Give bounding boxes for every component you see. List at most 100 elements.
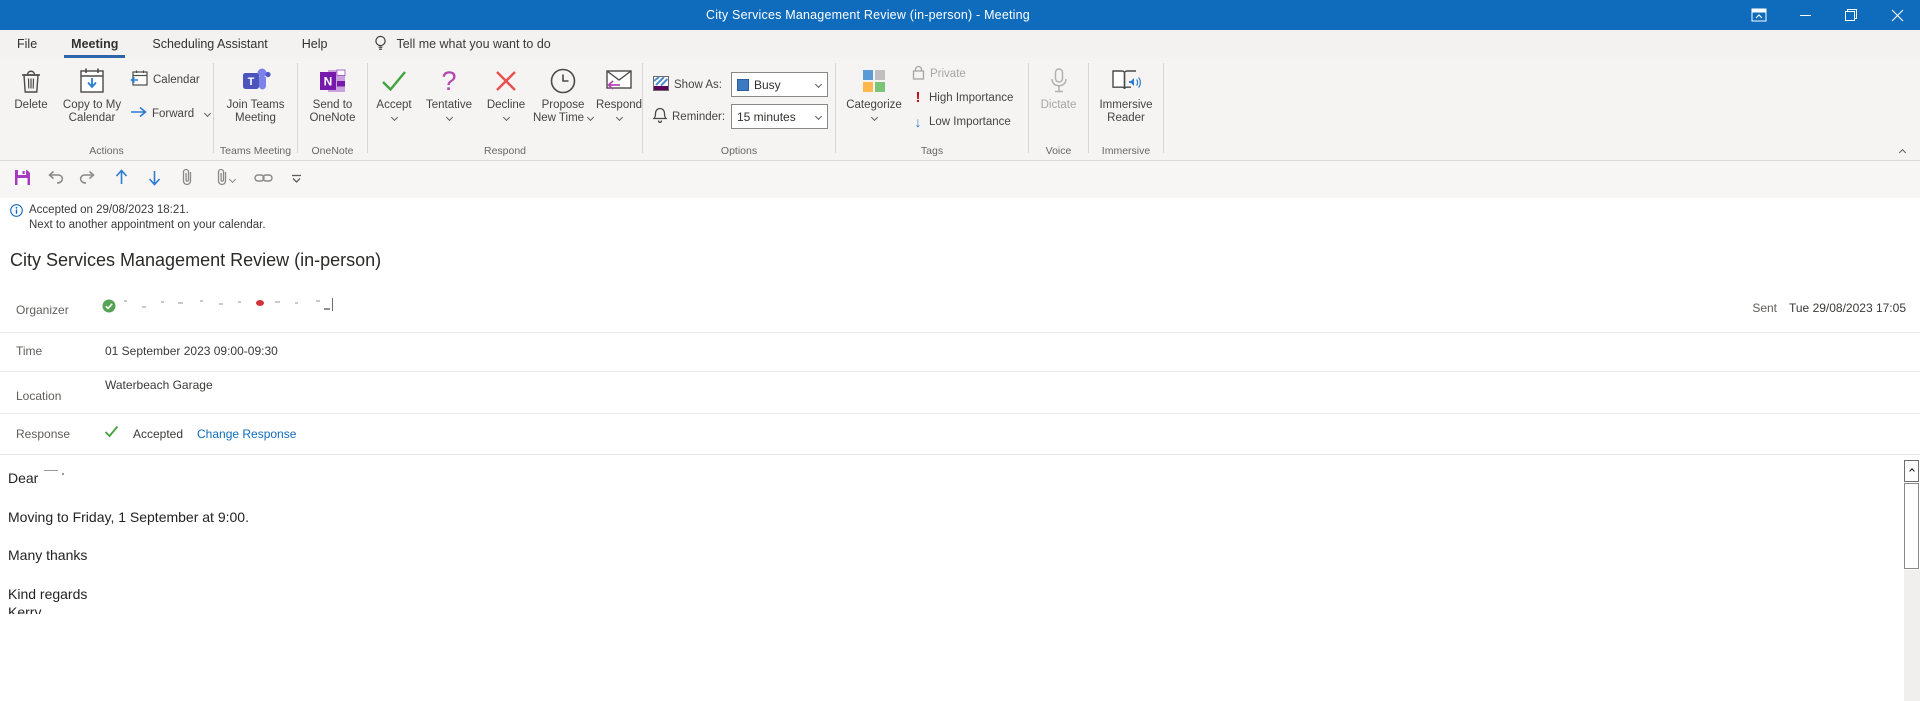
collapse-ribbon-button[interactable] — [1892, 144, 1912, 160]
decline-label: Decline — [486, 99, 526, 111]
tell-me-box[interactable]: Tell me what you want to do — [374, 30, 551, 58]
accept-button[interactable]: Accept — [370, 58, 418, 142]
time-label: Time — [16, 344, 43, 358]
scrollbar-track[interactable] — [1904, 570, 1920, 701]
restore-button[interactable] — [1828, 0, 1874, 30]
reminder-select[interactable]: 15 minutes — [731, 104, 828, 129]
minimize-button[interactable] — [1782, 0, 1828, 30]
join-teams-meeting-button[interactable]: T Join Teams Meeting — [214, 58, 297, 142]
response-row: Response Accepted Change Response — [0, 414, 1920, 455]
high-importance-button[interactable]: ! High Importance — [912, 87, 1014, 108]
categorize-icon — [862, 63, 886, 99]
low-importance-icon: ↓ — [914, 113, 922, 130]
tab-help[interactable]: Help — [285, 30, 345, 58]
quick-access-toolbar — [0, 161, 1920, 198]
link-icon — [253, 171, 273, 189]
tentative-button[interactable]: ? Tentative — [418, 58, 480, 142]
categorize-label: Categorize — [846, 99, 902, 111]
lock-icon — [912, 65, 925, 83]
teams-icon: T — [241, 63, 271, 99]
chevron-down-icon — [204, 109, 212, 118]
previous-item-button[interactable] — [109, 167, 133, 193]
send-to-onenote-button[interactable]: N Send to OneNote — [298, 58, 367, 142]
response-label: Response — [16, 427, 71, 441]
decline-x-icon — [494, 63, 518, 99]
scroll-up-button[interactable] — [1904, 460, 1919, 482]
show-as-icon — [653, 75, 669, 94]
sent-value: Tue 29/08/2023 17:05 — [1789, 301, 1906, 315]
time-row: Time 01 September 2023 09:00-09:30 — [0, 333, 1920, 372]
undo-button[interactable] — [43, 167, 67, 193]
busy-status-icon — [737, 78, 749, 91]
customize-qat-icon — [291, 171, 302, 189]
attach-file-menu-button[interactable] — [208, 167, 242, 193]
send-to-onenote-label: Send to OneNote — [309, 99, 356, 124]
scrollbar-thumb[interactable] — [1904, 483, 1919, 569]
propose-new-time-button[interactable]: Propose New Time — [532, 58, 595, 142]
private-label: Private — [930, 67, 966, 80]
next-item-button[interactable] — [142, 167, 166, 193]
close-button[interactable] — [1874, 0, 1920, 30]
change-response-link[interactable]: Change Response — [197, 427, 296, 441]
location-row: Waterbeach Garage Location — [0, 372, 1920, 414]
calendar-icon — [130, 70, 148, 89]
info-icon — [10, 204, 23, 233]
low-importance-button[interactable]: ↓ Low Importance — [912, 111, 1013, 132]
attach-file-button[interactable] — [175, 167, 199, 193]
high-importance-label: High Importance — [929, 91, 1014, 104]
tab-scheduling-assistant[interactable]: Scheduling Assistant — [135, 30, 284, 58]
group-immersive: Immersive Reader Immersive — [1089, 58, 1163, 160]
categorize-button[interactable]: Categorize — [842, 58, 906, 142]
time-value: 01 September 2023 09:00-09:30 — [105, 344, 278, 358]
calendar-copy-icon — [78, 63, 106, 99]
show-as-label: Show As: — [674, 78, 722, 91]
propose-label-line1: Propose — [541, 99, 585, 111]
save-button[interactable] — [10, 167, 34, 193]
chevron-down-icon[interactable] — [810, 105, 827, 128]
redo-button[interactable] — [76, 167, 100, 193]
group-options: Show As: Busy Reminder: 15 minutes Optio… — [643, 58, 835, 160]
insert-link-button[interactable] — [251, 167, 275, 193]
chevron-down-icon — [502, 113, 510, 122]
body-line: Moving to Friday, 1 September at 9:00. — [8, 509, 249, 525]
tab-file[interactable]: File — [0, 30, 54, 58]
bell-icon — [652, 107, 668, 126]
tab-meeting[interactable]: Meeting — [54, 30, 135, 58]
immersive-reader-button[interactable]: Immersive Reader — [1089, 58, 1163, 142]
location-value[interactable]: Waterbeach Garage — [105, 378, 213, 392]
window-title: City Services Management Review (in-pers… — [706, 8, 1030, 22]
group-label-onenote: OneNote — [311, 145, 354, 157]
forward-button[interactable]: Forward — [130, 103, 212, 124]
low-importance-label: Low Importance — [929, 115, 1011, 128]
svg-text:N: N — [323, 75, 332, 89]
customize-qat-button[interactable] — [284, 167, 308, 193]
show-as-select[interactable]: Busy — [731, 72, 828, 97]
tell-me-label: Tell me what you want to do — [396, 37, 551, 51]
chevron-down-icon[interactable] — [810, 73, 827, 96]
decline-button[interactable]: Decline — [480, 58, 532, 142]
group-label-immersive: Immersive — [1101, 145, 1151, 157]
group-label-tags: Tags — [920, 145, 944, 157]
private-button: Private — [912, 63, 1013, 84]
ribbon-display-options-icon[interactable] — [1736, 0, 1782, 30]
group-label-respond: Respond — [483, 145, 527, 157]
accept-check-icon — [380, 63, 408, 99]
organizer-accepted-icon — [102, 299, 116, 318]
respond-button[interactable]: Respond — [594, 58, 644, 142]
up-arrow-icon — [115, 168, 128, 191]
delete-button[interactable]: Delete — [8, 58, 54, 142]
sent-label: Sent — [1752, 301, 1777, 315]
trash-icon — [20, 63, 42, 99]
paperclip-icon — [216, 168, 228, 191]
forward-arrow-icon — [130, 106, 147, 121]
group-actions: Delete Copy to My Calendar Calendar Forw… — [0, 58, 213, 160]
location-label: Location — [16, 389, 62, 403]
calendar-button[interactable]: Calendar — [130, 69, 210, 90]
tentative-question-icon: ? — [441, 65, 457, 96]
vertical-scrollbar[interactable] — [1903, 458, 1920, 701]
organizer-name-redacted — [120, 298, 340, 316]
copy-to-my-calendar-button[interactable]: Copy to My Calendar — [54, 58, 130, 142]
tentative-label: Tentative — [425, 99, 473, 111]
delete-label: Delete — [14, 99, 48, 111]
lightbulb-icon — [374, 35, 387, 54]
